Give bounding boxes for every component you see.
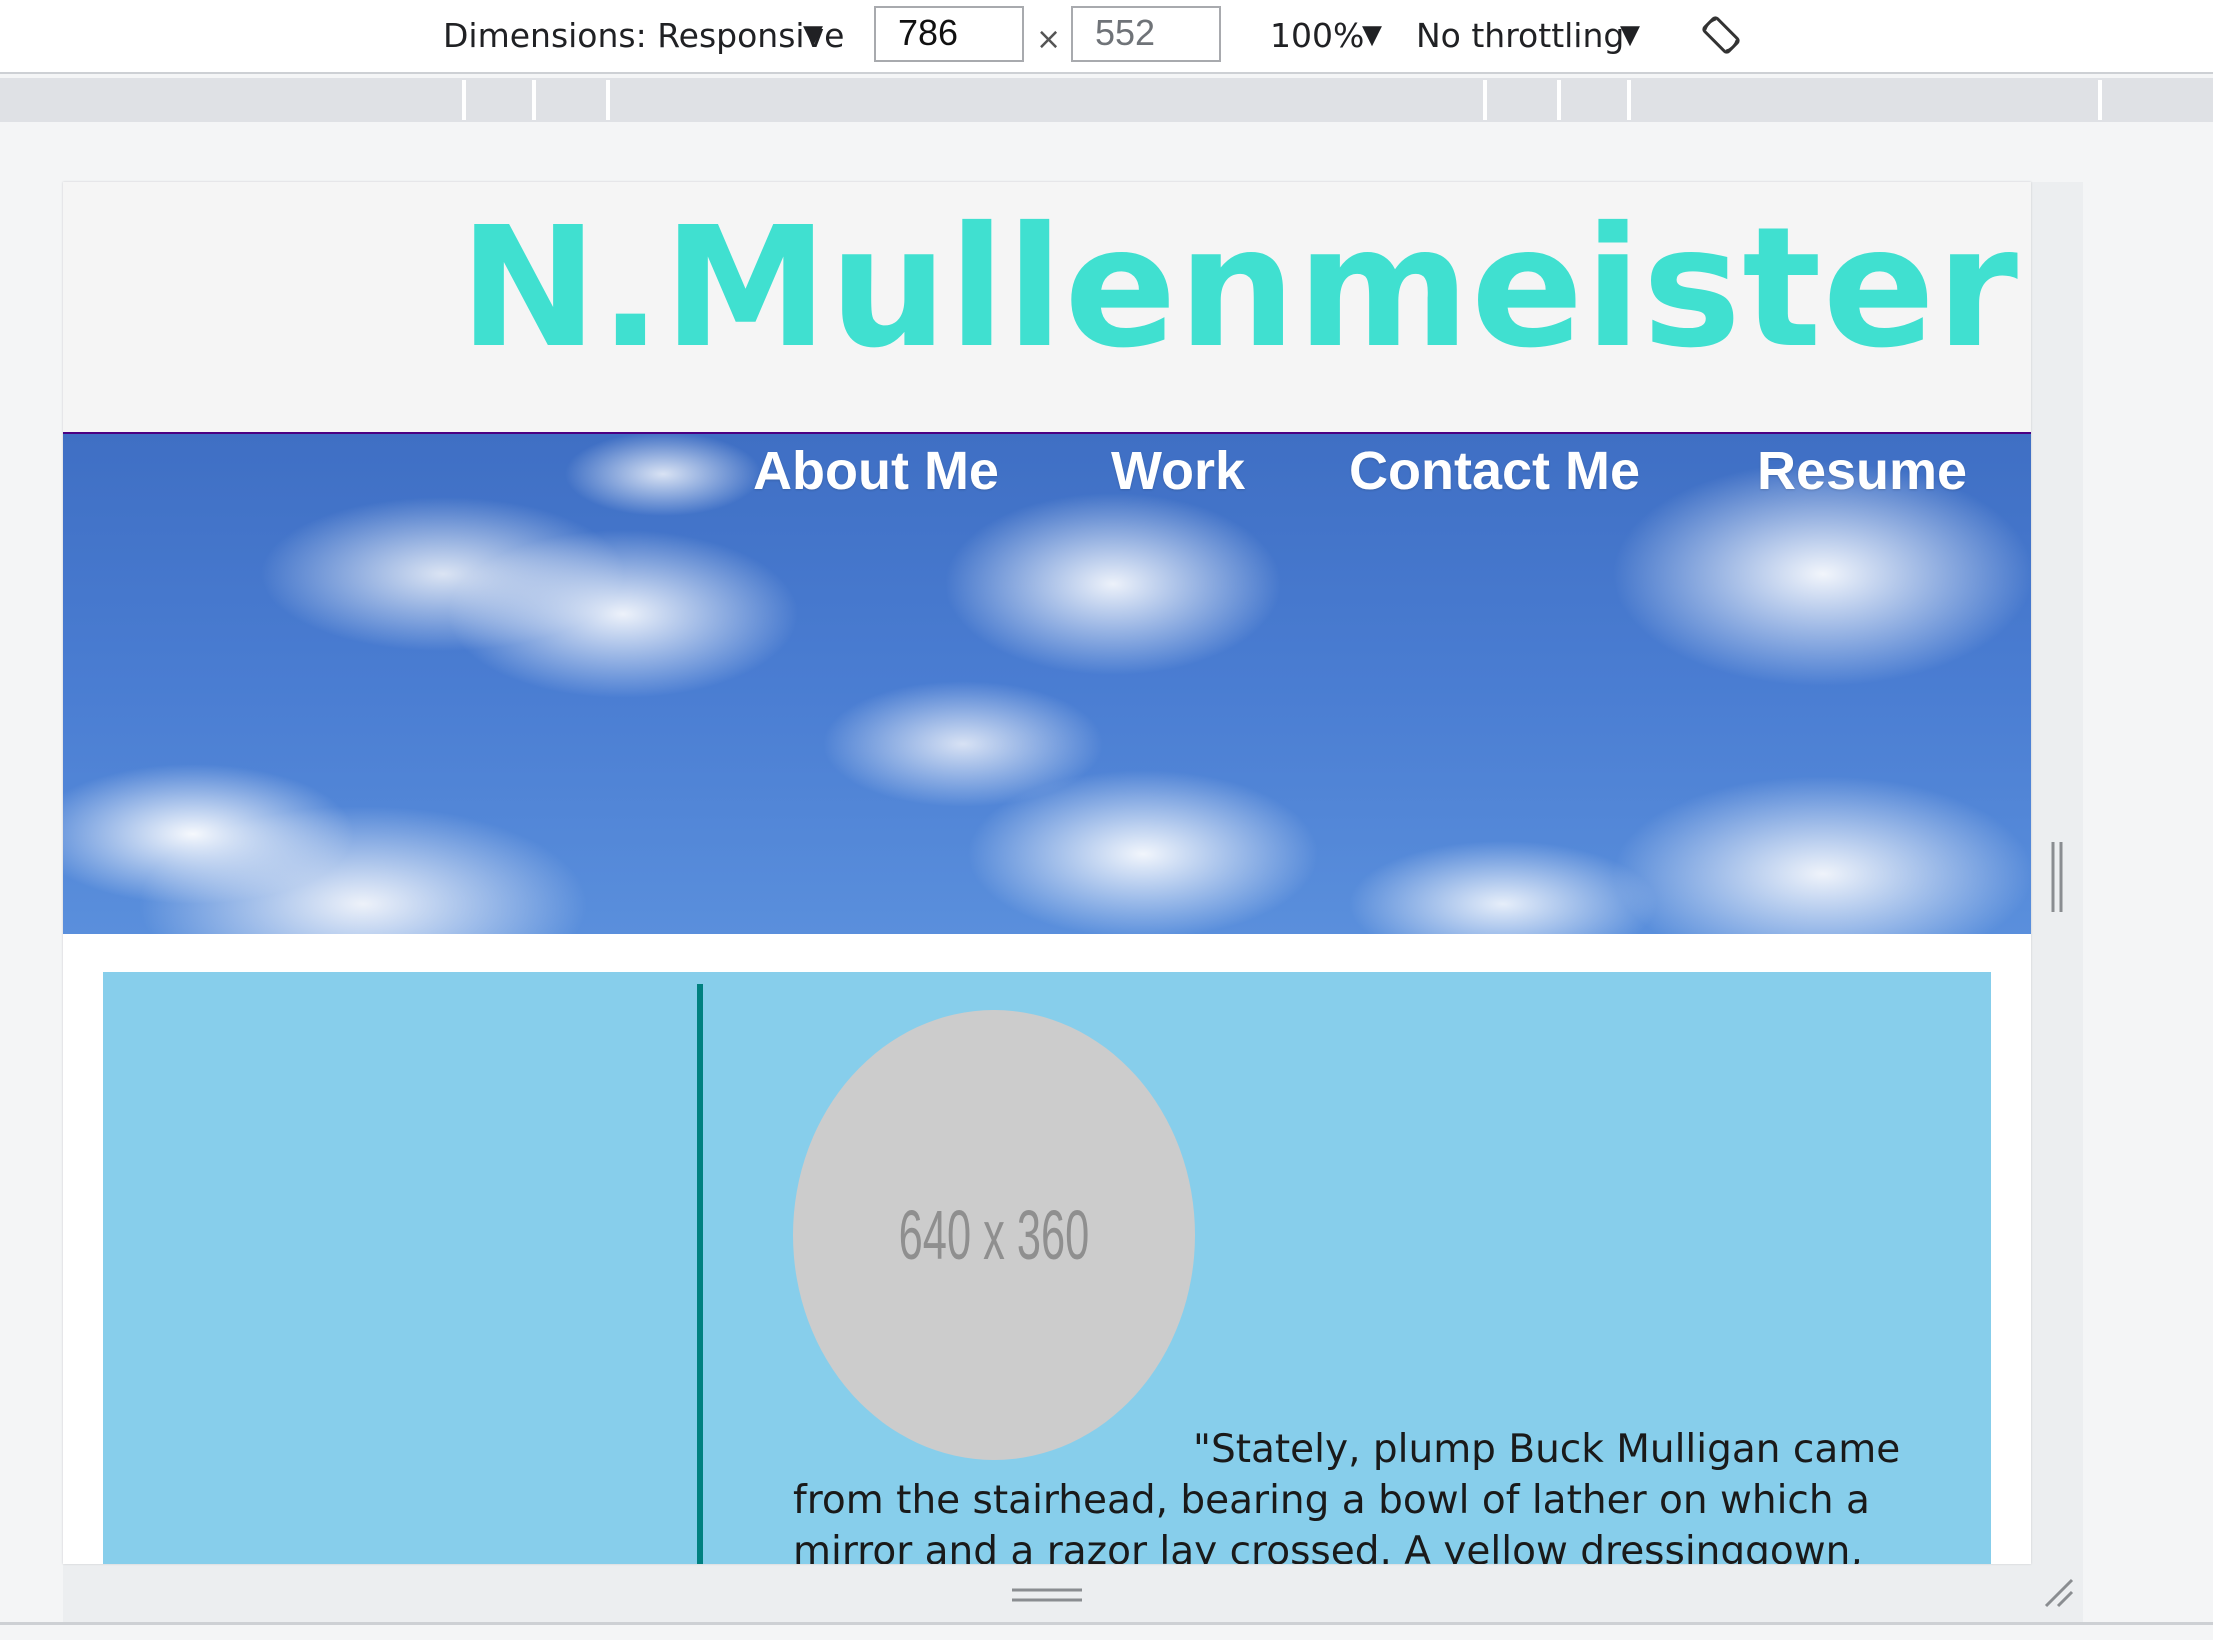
nav-work[interactable]: Work	[1111, 440, 1245, 502]
page-viewport: N.Mullenmeister About Me Work Contact Me…	[63, 182, 2031, 1564]
bio-text: "Stately, plump Buck Mulligan came from …	[793, 1427, 1901, 1564]
height-input[interactable]: 552	[1071, 6, 1221, 62]
throttling-dropdown[interactable]: No throttling	[1416, 16, 1624, 55]
ruler-tick	[1557, 80, 1561, 120]
nav-about-me[interactable]: About Me	[753, 440, 999, 502]
ruler-tick	[1483, 80, 1487, 120]
zoom-chevron-down-icon[interactable]: ▼	[1362, 20, 1382, 50]
ruler-tick	[532, 80, 536, 120]
placeholder-label: 640 x 360	[898, 1196, 1090, 1274]
media-query-ruler	[0, 78, 2213, 122]
times-separator: ×	[1036, 22, 1062, 57]
vertical-divider	[697, 984, 703, 1564]
bio-paragraph: "Stately, plump Buck Mulligan came from …	[793, 1424, 1913, 1564]
hero-banner: About Me Work Contact Me Resume	[63, 432, 2031, 934]
ruler-tick	[462, 80, 466, 120]
width-input[interactable]: 786	[874, 6, 1024, 62]
rotate-icon[interactable]	[1700, 14, 1742, 56]
throttling-chevron-down-icon[interactable]: ▼	[1620, 20, 1640, 50]
ruler-tick	[2098, 80, 2102, 120]
dimensions-chevron-down-icon[interactable]: ▼	[803, 20, 823, 50]
resize-handle-icon[interactable]	[1010, 1584, 1084, 1606]
ruler-tick	[1627, 80, 1631, 120]
nav-resume[interactable]: Resume	[1757, 440, 1967, 502]
resize-corner-icon[interactable]	[2040, 1574, 2076, 1610]
site-header: N.Mullenmeister	[63, 182, 2031, 432]
nav-contact-me[interactable]: Contact Me	[1349, 440, 1640, 502]
ruler-tick	[606, 80, 610, 120]
divider	[0, 1622, 2213, 1625]
site-title: N.Mullenmeister	[459, 192, 2019, 385]
resize-handle-icon[interactable]	[2049, 840, 2065, 914]
devtools-toolbar: Dimensions: Responsive ▼ 786 × 552 100% …	[0, 0, 2213, 74]
main-nav: About Me Work Contact Me Resume	[63, 440, 2031, 502]
dimensions-dropdown[interactable]: Dimensions: Responsive	[443, 16, 844, 55]
about-section: 640 x 360 "Stately, plump Buck Mulligan …	[103, 972, 1991, 1564]
zoom-dropdown[interactable]: 100%	[1270, 16, 1364, 55]
profile-image-placeholder: 640 x 360	[793, 1010, 1195, 1460]
